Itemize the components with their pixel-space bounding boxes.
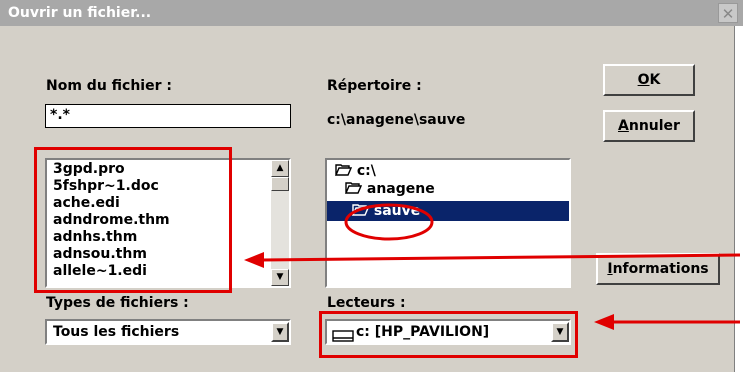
annotation-circle-sauve [344, 203, 434, 241]
annotation-overlay [244, 203, 741, 330]
annotation-arrowhead [244, 252, 264, 268]
annotation-arrow-line [261, 253, 741, 262]
annotation-arrowhead [594, 314, 614, 330]
